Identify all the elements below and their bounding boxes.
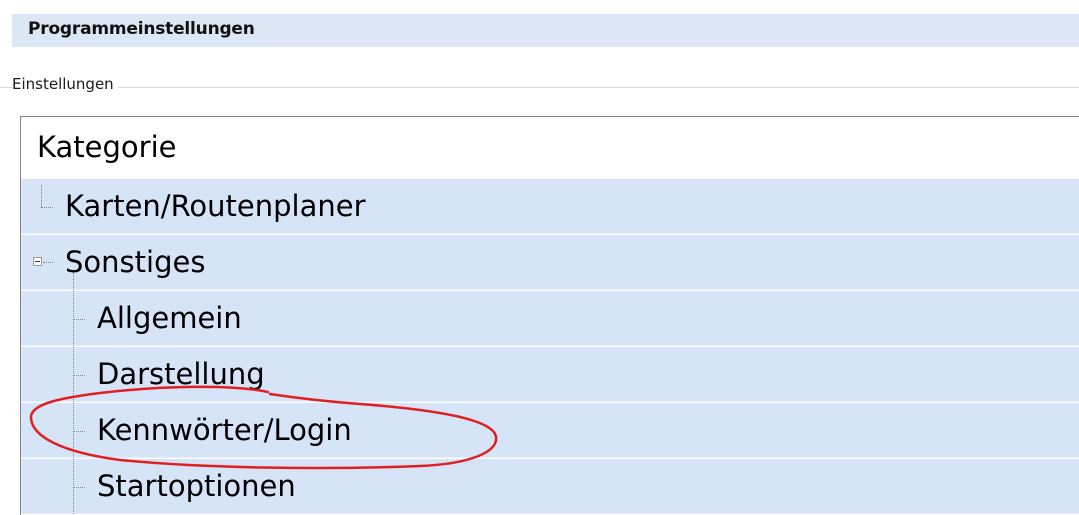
tree-item-label: Startoptionen — [97, 469, 296, 503]
tree-item-sonstiges[interactable]: Sonstiges — [21, 235, 1079, 290]
tree-item-kennwoerter-login[interactable]: Kennwörter/Login — [21, 403, 1079, 458]
tree-item-allgemein[interactable]: Allgemein — [21, 291, 1079, 346]
group-label: Einstellungen — [12, 75, 118, 93]
tree-item-label: Darstellung — [97, 357, 265, 391]
tree-connector-icon — [73, 487, 85, 488]
tree-connector-icon — [41, 207, 53, 208]
title-bar: Programmeinstellungen — [12, 14, 1079, 47]
group-box-divider — [0, 87, 1079, 88]
tree-connector-icon — [41, 185, 42, 207]
tree-connector-icon — [43, 262, 53, 263]
tree-item-label: Kennwörter/Login — [97, 413, 352, 447]
tree-connector-icon — [73, 319, 85, 320]
tree-item-startoptionen[interactable]: Startoptionen — [21, 459, 1079, 514]
tree-item-label: Sonstiges — [65, 245, 206, 279]
tree-item-karten-routenplaner[interactable]: Karten/Routenplaner — [21, 179, 1079, 234]
category-tree[interactable]: Kategorie Karten/Routenplaner Sonstiges … — [20, 116, 1079, 515]
window-title: Programmeinstellungen — [28, 19, 255, 39]
tree-connector-icon — [73, 431, 85, 432]
tree-connector-icon — [73, 375, 85, 376]
tree-item-label: Karten/Routenplaner — [65, 189, 366, 223]
tree-item-label: Allgemein — [97, 301, 242, 335]
collapse-minus-icon[interactable] — [33, 257, 42, 266]
tree-header: Kategorie — [37, 130, 177, 164]
settings-window: Programmeinstellungen Einstellungen Kate… — [0, 0, 1079, 515]
tree-item-darstellung[interactable]: Darstellung — [21, 347, 1079, 402]
